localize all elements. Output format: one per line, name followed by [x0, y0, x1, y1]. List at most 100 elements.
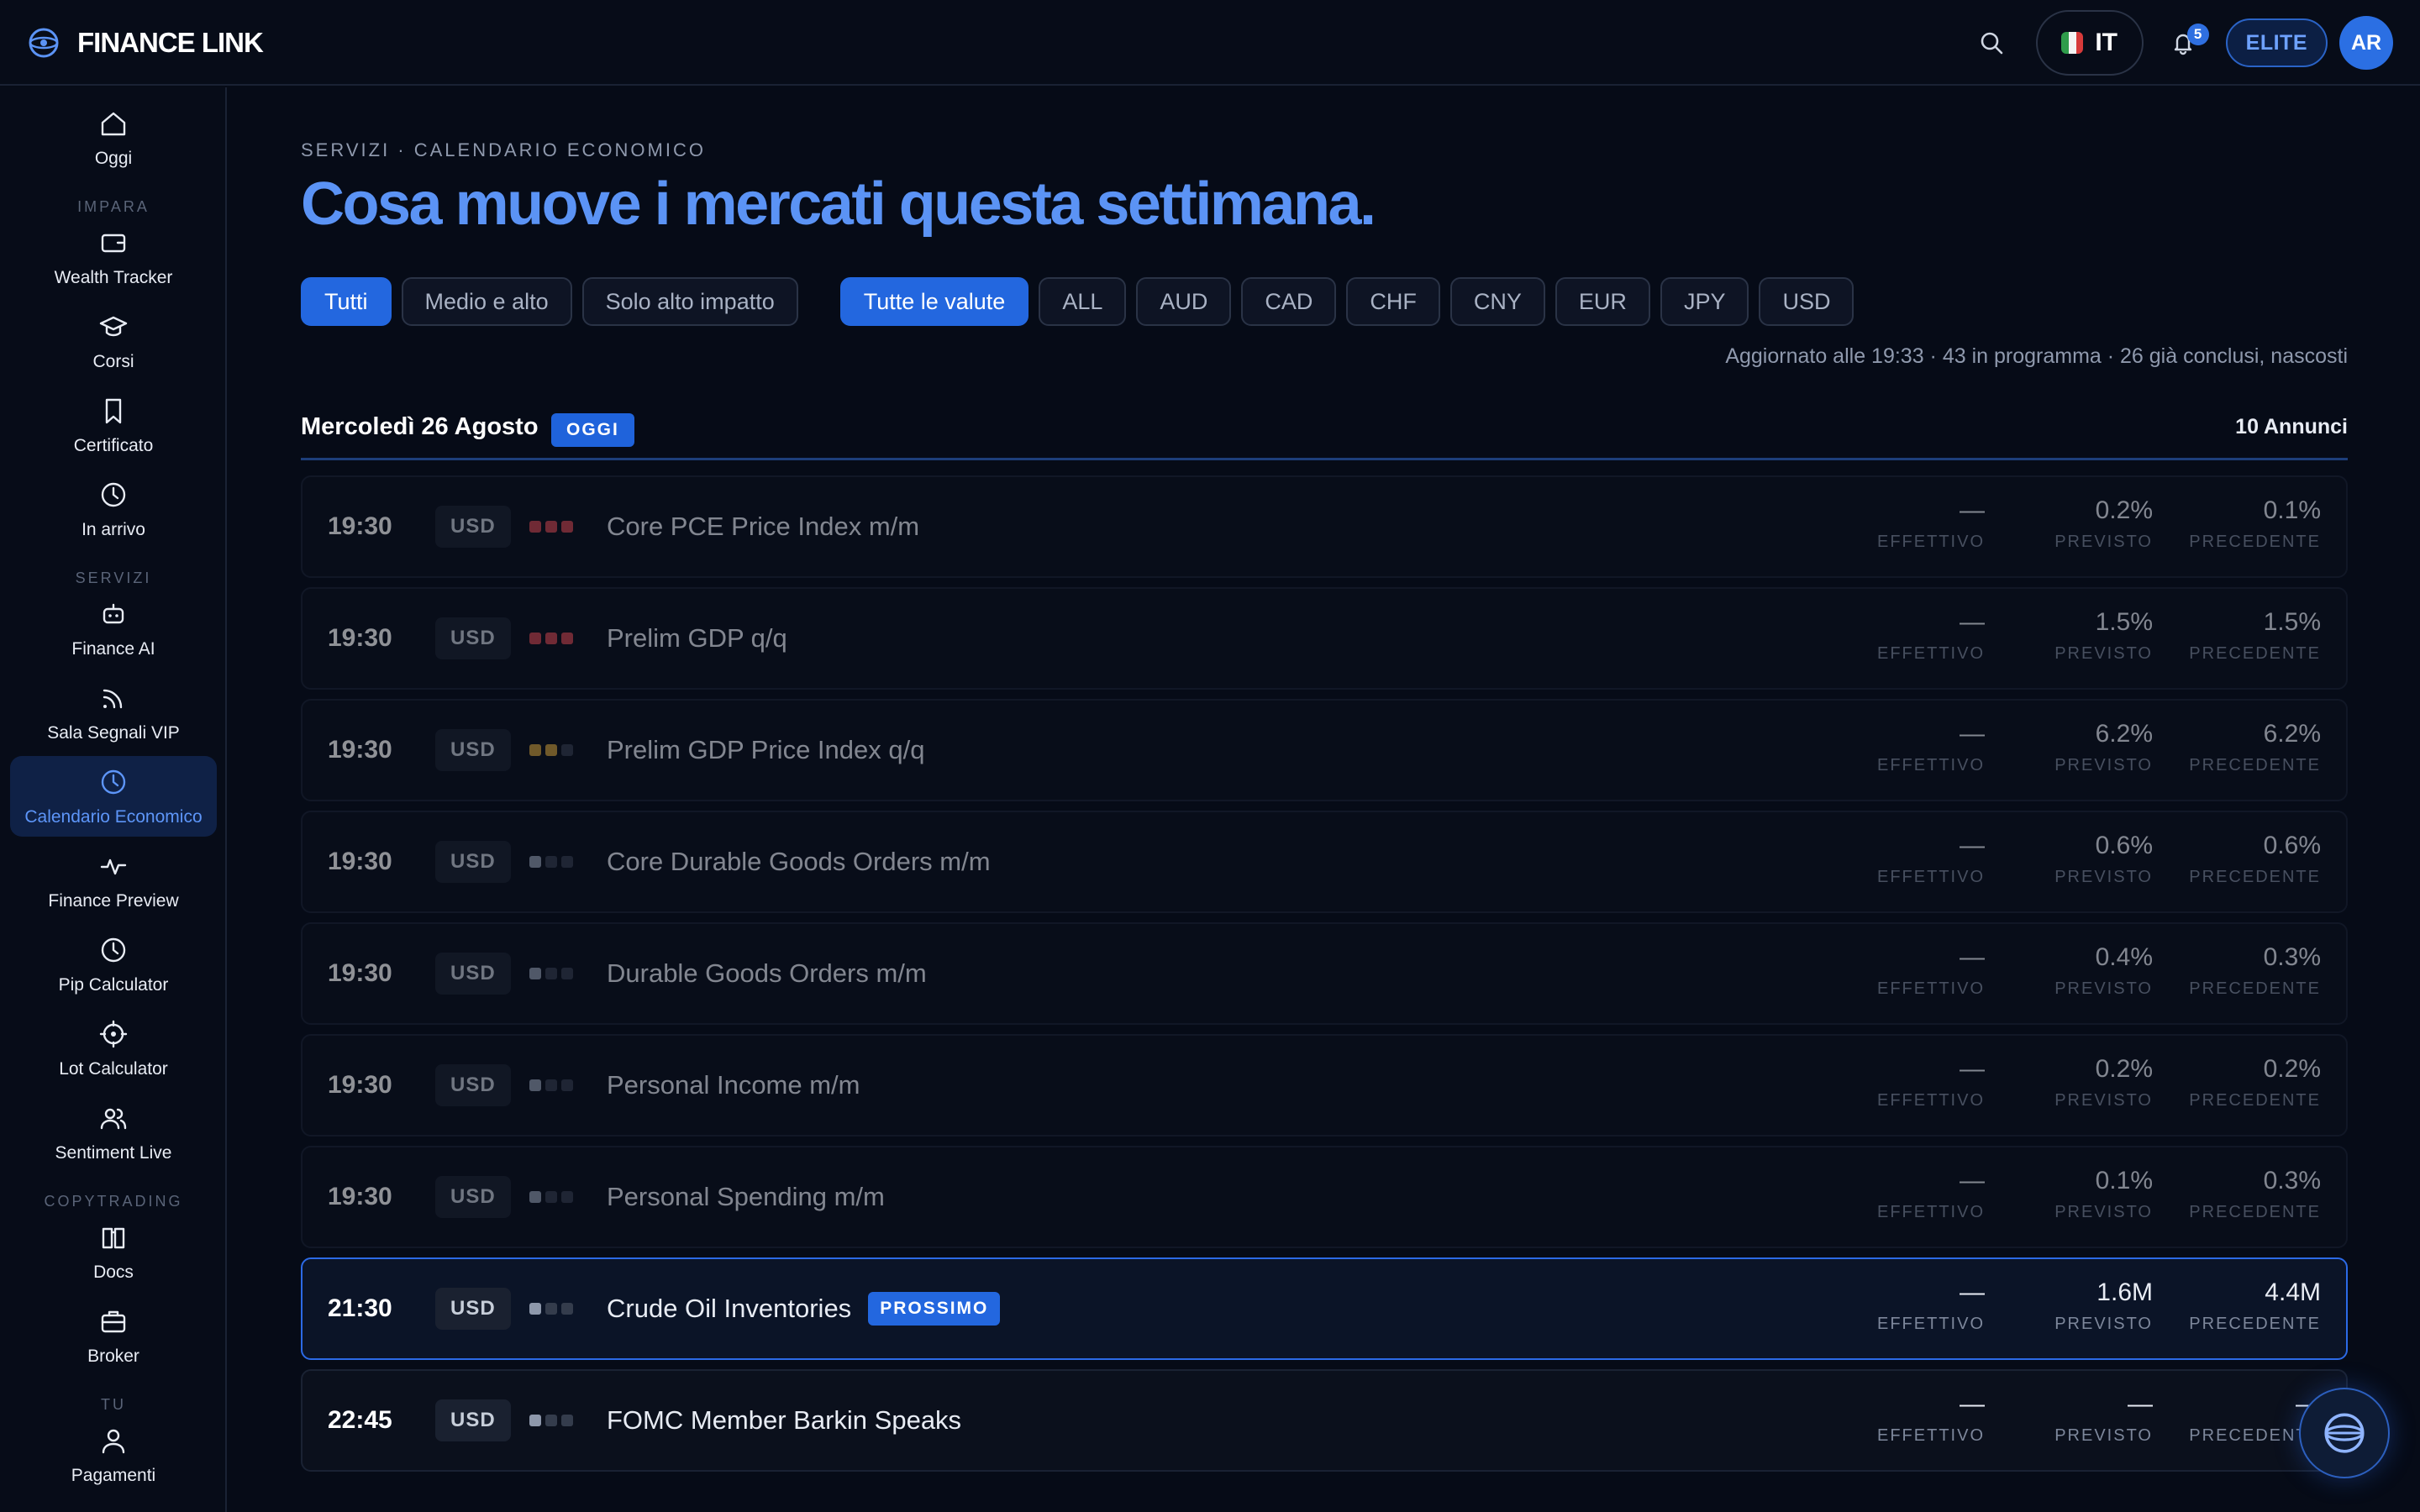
- filter-currency-usd[interactable]: USD: [1759, 277, 1854, 326]
- brand-logo[interactable]: FINANCE LINK: [27, 22, 264, 64]
- sidebar-item-in-arrivo[interactable]: In arrivo: [10, 469, 217, 549]
- currency-badge: USD: [435, 841, 511, 883]
- sidebar-item-docs[interactable]: Docs: [10, 1211, 217, 1292]
- forecast-label: PREVISTO: [2054, 1315, 2153, 1333]
- previous-value: 0.2% PRECEDENTE: [2153, 1054, 2321, 1110]
- previous-value: 0.6% PRECEDENTE: [2153, 831, 2321, 887]
- previous-value: 0.1% PRECEDENTE: [2153, 496, 2321, 552]
- sidebar-item-pip-calculator[interactable]: Pip Calculator: [10, 924, 217, 1005]
- table-row[interactable]: 19:30 USD Durable Goods Orders m/m — EFFETTI…: [301, 922, 2348, 1025]
- forecast-value: 0.1% PREVISTO: [1985, 1166, 2153, 1222]
- sidebar-item-finance-preview[interactable]: Finance Preview: [10, 840, 217, 921]
- notification-badge: 5: [2186, 24, 2209, 45]
- impact-indicator: [529, 633, 573, 644]
- table-row[interactable]: 19:30 USD Personal Spending m/m — EFFETTIVO 0…: [301, 1146, 2348, 1248]
- globe-logo-icon: [2324, 1413, 2365, 1453]
- event-name: FOMC Member Barkin Speaks: [607, 1405, 962, 1435]
- previous-value-text: 1.5%: [2263, 608, 2321, 636]
- notifications-button[interactable]: 5: [2162, 22, 2209, 64]
- table-row[interactable]: 19:30 USD Core Durable Goods Orders m/m — EF…: [301, 811, 2348, 913]
- table-row[interactable]: 21:30 USD Crude Oil Inventories PROSSIMO — EF…: [301, 1257, 2348, 1360]
- previous-value: 0.3% PRECEDENTE: [2153, 942, 2321, 999]
- actual-label: EFFETTIVO: [1877, 979, 1985, 998]
- sidebar-item-oggi[interactable]: Oggi: [10, 97, 217, 178]
- robot-icon: [97, 597, 130, 631]
- sidebar-item-broker[interactable]: Broker: [10, 1295, 217, 1376]
- forecast-label: PREVISTO: [2054, 1203, 2153, 1221]
- graduation-cap-icon: [97, 310, 130, 344]
- next-badge: PROSSIMO: [868, 1292, 1001, 1326]
- search-icon: [1981, 32, 2002, 55]
- impact-indicator: [529, 1191, 573, 1203]
- sidebar-item-label: Finance Preview: [48, 891, 179, 911]
- avatar[interactable]: AR: [2339, 16, 2393, 70]
- previous-value-text: 0.3%: [2263, 1167, 2321, 1194]
- table-row[interactable]: 19:30 USD Prelim GDP Price Index q/q — EFFET…: [301, 699, 2348, 801]
- table-row[interactable]: 19:30 USD Personal Income m/m — EFFETTIVO 0.2…: [301, 1034, 2348, 1137]
- actual-label: EFFETTIVO: [1877, 1315, 1985, 1333]
- forecast-label: PREVISTO: [2054, 868, 2153, 886]
- sidebar-item-pagamenti[interactable]: Pagamenti: [10, 1415, 217, 1495]
- sidebar-item-label: Finance AI: [71, 639, 155, 659]
- filter-currency-cad[interactable]: CAD: [1241, 277, 1337, 326]
- previous-label: PRECEDENTE: [2189, 756, 2321, 774]
- filter-currency-tutte-le-valute[interactable]: Tutte le valute: [839, 277, 1029, 326]
- filter-currency-jpy[interactable]: JPY: [1660, 277, 1749, 326]
- filter-currency-cny[interactable]: CNY: [1449, 277, 1545, 326]
- activity-icon: [97, 849, 130, 883]
- event-name-cell: Core PCE Price Index m/m: [607, 477, 919, 576]
- event-name-cell: Prelim GDP q/q: [607, 589, 787, 688]
- actual-label: EFFETTIVO: [1877, 644, 1985, 663]
- actual-label: EFFETTIVO: [1877, 1091, 1985, 1110]
- assistant-fab[interactable]: [2299, 1388, 2390, 1478]
- forecast-value-text: 0.2%: [2095, 496, 2153, 524]
- sidebar-item-lot-calculator[interactable]: Lot Calculator: [10, 1008, 217, 1089]
- event-name-cell: Crude Oil Inventories PROSSIMO: [607, 1259, 1001, 1358]
- impact-indicator: [529, 856, 573, 868]
- sidebar-item-calendario-economico[interactable]: Calendario Economico: [10, 756, 217, 837]
- actual-value-text: —: [1960, 1390, 1985, 1418]
- event-name: Prelim GDP Price Index q/q: [607, 735, 925, 764]
- language-selector[interactable]: IT: [2035, 10, 2144, 76]
- event-name-cell: Prelim GDP Price Index q/q: [607, 701, 924, 800]
- actual-value-text: —: [1960, 1167, 1985, 1194]
- actual-value-text: —: [1960, 720, 1985, 748]
- filter-currency-chf[interactable]: CHF: [1346, 277, 1440, 326]
- sidebar-item-label: Lot Calculator: [59, 1059, 168, 1079]
- event-name: Personal Spending m/m: [607, 1182, 885, 1211]
- filter-impact-tutti[interactable]: Tutti: [301, 277, 392, 326]
- sidebar-item-sala-segnali-vip[interactable]: Sala Segnali VIP: [10, 672, 217, 753]
- top-bar: FINANCE LINK IT 5 ELITE AR: [0, 0, 2420, 86]
- filter-impact-medio-e-alto[interactable]: Medio e alto: [401, 277, 572, 326]
- actual-value-text: —: [1960, 1278, 1985, 1306]
- previous-value-text: 6.2%: [2263, 720, 2321, 748]
- plan-badge[interactable]: ELITE: [2225, 18, 2328, 67]
- table-row[interactable]: 19:30 USD Prelim GDP q/q — EFFETTIVO 1.5% PREV…: [301, 587, 2348, 690]
- actual-label: EFFETTIVO: [1877, 1426, 1985, 1445]
- header-actions: IT 5 ELITE AR: [1970, 10, 2393, 76]
- sidebar-item-label: Certificato: [73, 436, 154, 455]
- sidebar-item-wealth-tracker[interactable]: Wealth Tracker: [10, 217, 217, 297]
- sidebar-item-certificato[interactable]: Certificato: [10, 385, 217, 465]
- event-time: 19:30: [328, 512, 392, 540]
- filter-impact-solo-alto-impatto[interactable]: Solo alto impatto: [581, 277, 798, 326]
- previous-value-text: 0.6%: [2263, 832, 2321, 859]
- filter-currency-aud[interactable]: AUD: [1136, 277, 1232, 326]
- language-label: IT: [2095, 29, 2118, 56]
- sidebar-item-finance-ai[interactable]: Finance AI: [10, 588, 217, 669]
- forecast-value-text: 0.1%: [2095, 1167, 2153, 1194]
- table-row[interactable]: 19:30 USD Core PCE Price Index m/m — EFFETTI…: [301, 475, 2348, 578]
- filter-currency-all[interactable]: ALL: [1039, 277, 1127, 326]
- announcement-count: 10 Annunci: [2235, 415, 2348, 438]
- search-button[interactable]: [1970, 22, 2012, 64]
- forecast-value-text: 0.6%: [2095, 832, 2153, 859]
- flag-italy-icon: [2061, 32, 2084, 54]
- forecast-value: 6.2% PREVISTO: [1985, 719, 2153, 775]
- filter-currency-eur[interactable]: EUR: [1555, 277, 1650, 326]
- forecast-label: PREVISTO: [2054, 979, 2153, 998]
- table-row[interactable]: 22:45 USD FOMC Member Barkin Speaks — EFFETT…: [301, 1369, 2348, 1472]
- event-name-cell: Personal Spending m/m: [607, 1147, 885, 1247]
- globe-logo-icon: [29, 28, 59, 58]
- sidebar-item-corsi[interactable]: Corsi: [10, 301, 217, 381]
- sidebar-item-sentiment-live[interactable]: Sentiment Live: [10, 1092, 217, 1173]
